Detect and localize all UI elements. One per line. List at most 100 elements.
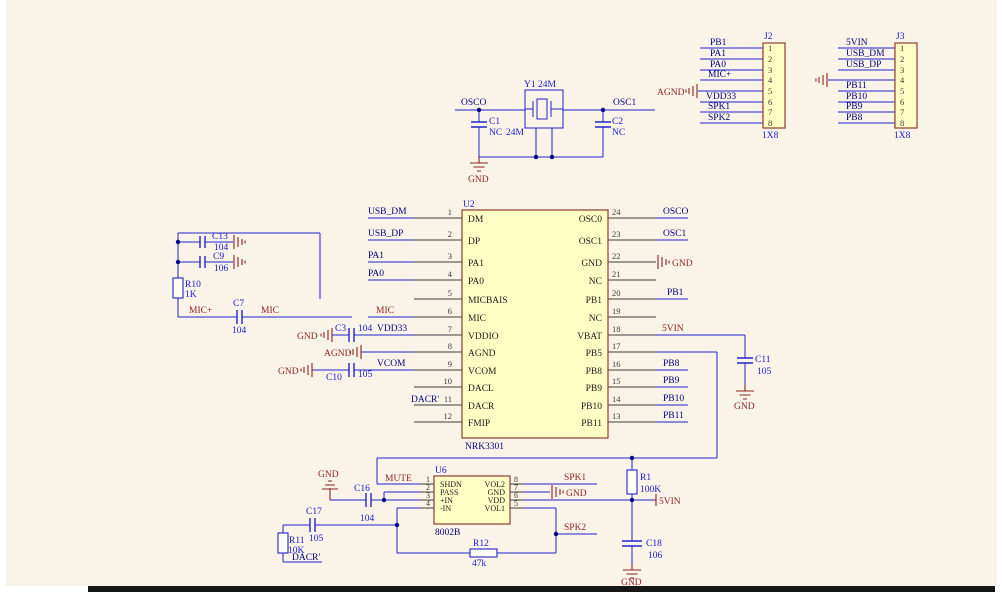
pin-name: VOL1 [485,504,505,513]
value-c17: 105 [309,534,324,544]
net-label: USB_DM [368,207,407,217]
pin-name: DP [468,237,480,247]
footprint-j2: 1X8 [762,131,779,141]
pin-name: -IN [440,504,451,513]
pin-name: MICBAIS [468,296,508,306]
pin-number: 17 [612,341,621,351]
designator-c9: C9 [213,252,224,262]
net-label: USB_DM [846,49,885,59]
value-r1: 100K [640,485,661,495]
agnd-label: AGND [657,88,685,98]
gnd-label: GND [566,489,587,499]
pin-number: 2 [448,229,452,239]
pin-number: 3 [768,65,772,75]
resistor-r11-body[interactable] [278,533,288,553]
gnd-label: GND [734,402,755,412]
gnd-label: GND [297,332,318,342]
pin-name: PB10 [581,402,602,412]
pin-name: FMIP [468,419,490,429]
net-label-mic: MIC [261,306,279,316]
pin-number: 7 [448,324,452,334]
part-number-u6: 8002B [435,528,460,538]
net-label: PB8 [663,359,680,369]
net-label-osco: OSCO [461,98,486,108]
pin-number: 23 [612,229,621,239]
net-label: PB10 [846,92,867,102]
value-c18: 106 [648,551,663,561]
designator-u2: U2 [463,200,475,210]
designator-c7: C7 [233,299,244,309]
pin-name: PA0 [468,277,484,287]
power-label-5vin: 5VIN [659,497,681,507]
pin-number: 16 [612,359,621,369]
connector-j2-body[interactable] [763,43,785,128]
pin-number: 5 [768,86,772,96]
pin-number: 5 [514,499,518,508]
value-r10: 1K [185,290,197,300]
net-label: PB1 [710,38,727,48]
net-label: VDD33 [706,92,736,102]
pin-name: GND [581,259,602,269]
window-bottom-edge[interactable] [88,586,995,592]
footprint-j3: 1X8 [894,131,911,141]
pin-name: DACR [468,402,495,412]
designator-y1: Y1 24M [524,80,556,90]
gnd-label: GND [672,259,693,269]
net-label: PA1 [368,251,384,261]
pin-number: 5 [448,288,452,298]
net-label: PA0 [368,269,384,279]
pin-name: OSC0 [579,215,602,225]
pin-number: 8 [768,118,772,128]
pin-name: VBAT [577,332,602,342]
pin-number: 24 [612,207,621,217]
net-label: MIC+ [708,70,731,80]
pin-number: 6 [900,97,904,107]
pin-name: PB11 [581,419,602,429]
pin-number: 14 [612,394,621,404]
net-label: PB11 [846,81,867,91]
value-c7: 104 [232,326,247,336]
net-label-spk2: SPK2 [564,523,586,533]
designator-r1: R1 [640,473,651,483]
designator-c1: C1 [489,117,500,127]
resistor-r10-body[interactable] [173,278,183,298]
value-c10: 105 [358,370,373,380]
net-label-vcom: VCOM [377,359,406,369]
designator-c18: C18 [646,539,662,549]
resistor-r12-body[interactable] [470,549,497,557]
pin-number: 13 [612,411,621,421]
pin-number: 4 [426,499,430,508]
pin-number: 5 [900,86,904,96]
net-label: OSC1 [663,229,686,239]
pin-number: 22 [612,251,621,261]
pin-name: PB8 [586,367,603,377]
pin-number: 20 [612,288,621,298]
net-label: PB10 [663,394,684,404]
net-label-mic-plus: MIC+ [189,306,212,316]
pin-name: DM [468,215,484,225]
pin-number: 1 [900,43,904,53]
schematic-canvas[interactable]: OSCO OSC1 Y1 24M C1 NC 24M C2 NC GND J2 … [0,0,1002,592]
connector-j3-body[interactable] [895,43,917,128]
value-c16: 104 [360,514,375,524]
designator-c3: C3 [335,324,346,334]
gnd-label: GND [621,578,642,588]
net-label: PB11 [663,411,684,421]
designator-r12: R12 [473,539,489,549]
pin-name: DACL [468,384,494,394]
net-label-mute: MUTE [385,474,412,484]
net-label: PA0 [710,60,726,70]
pin-number: 10 [444,376,453,386]
designator-c17: C17 [306,507,322,517]
net-label: USB_DP [846,60,881,70]
designator-c13: C13 [212,232,228,242]
value-r12: 47k [472,559,487,569]
pin-name: PB5 [586,349,603,359]
resistor-r1-body[interactable] [627,470,637,494]
net-label: SPK1 [708,102,730,112]
designator-c10: C10 [326,373,342,383]
pin-number: 19 [612,306,621,316]
pin-name: PA1 [468,259,484,269]
value-c11: 105 [757,367,772,377]
gnd-label: GND [318,470,339,480]
